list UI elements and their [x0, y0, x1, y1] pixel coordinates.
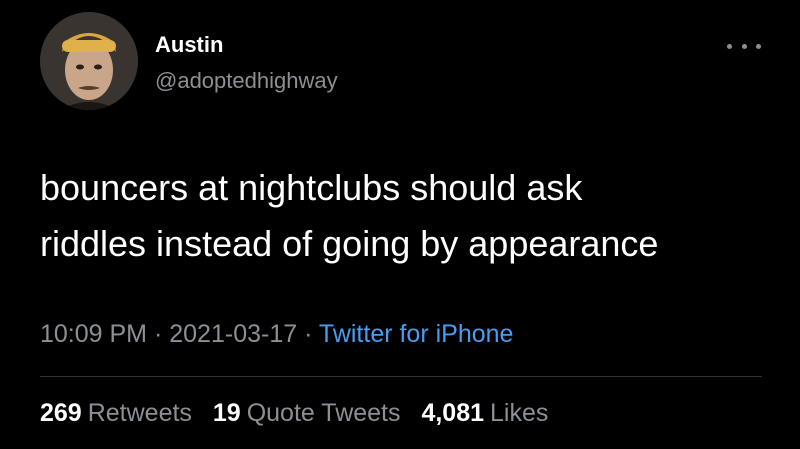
- tweet-text-line: bouncers at nightclubs should ask: [40, 167, 583, 208]
- dot: [741, 43, 747, 49]
- retweets-label: Retweets: [87, 399, 192, 427]
- quote-tweets-stat[interactable]: 19 Quote Tweets: [213, 399, 401, 427]
- separator: ·: [304, 320, 319, 348]
- more-options-icon[interactable]: [727, 36, 761, 56]
- tweet-text-line: riddles instead of going by appearance: [40, 223, 659, 264]
- author-handle[interactable]: @adoptedhighway: [155, 68, 338, 94]
- likes-count: 4,081: [421, 399, 485, 427]
- avatar-photo: [40, 12, 138, 110]
- retweets-count: 269: [40, 399, 82, 427]
- tweet-date[interactable]: 2021-03-17: [169, 320, 297, 348]
- dot: [727, 43, 732, 49]
- engagement-stats: 269 Retweets 19 Quote Tweets 4,081 Likes: [40, 399, 562, 428]
- quote-tweets-count: 19: [212, 399, 241, 427]
- dot: [756, 43, 761, 49]
- divider: [40, 376, 762, 377]
- tweet-metadata: 10:09 PM · 2021-03-17 · Twitter for iPho…: [40, 320, 513, 349]
- author-name[interactable]: Austin: [155, 32, 223, 58]
- likes-stat[interactable]: 4,081 Likes: [421, 399, 548, 427]
- separator: ·: [153, 320, 170, 348]
- retweets-stat[interactable]: 269 Retweets: [40, 399, 192, 427]
- likes-label: Likes: [490, 399, 549, 427]
- tweet-text: bouncers at nightclubs should ask riddle…: [40, 160, 780, 272]
- tweet-card: Austin @adoptedhighway bouncers at night…: [0, 0, 800, 449]
- quote-tweets-label: Quote Tweets: [246, 399, 401, 427]
- tweet-source-link[interactable]: Twitter for iPhone: [319, 320, 514, 348]
- tweet-time[interactable]: 10:09 PM: [40, 320, 147, 348]
- avatar[interactable]: [40, 12, 138, 110]
